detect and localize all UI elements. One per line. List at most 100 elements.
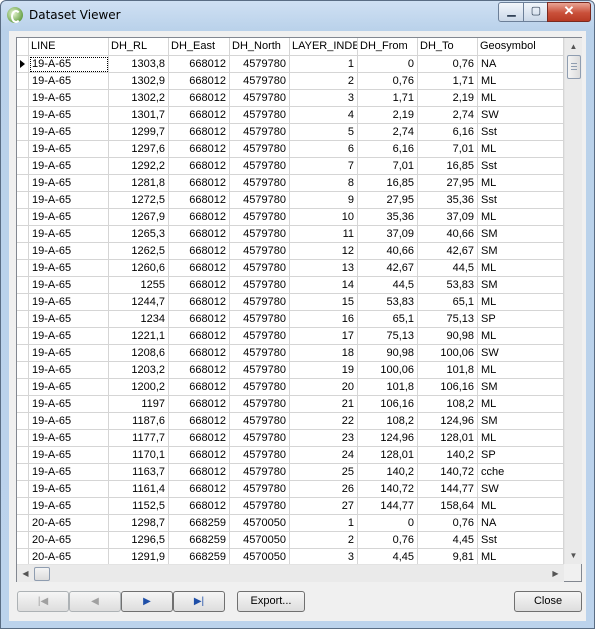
table-cell[interactable]: SP: [478, 311, 564, 328]
table-row[interactable]: 20-A-65 1296,5 668259 4570050 2 0,76 4,45 Sst: [17, 532, 564, 549]
table-cell[interactable]: 4579780: [230, 226, 290, 243]
table-cell[interactable]: 668012: [169, 192, 230, 209]
table-cell[interactable]: ML: [478, 498, 564, 515]
table-cell[interactable]: 1,71: [418, 73, 478, 90]
table-cell[interactable]: 4579780: [230, 464, 290, 481]
row-selector[interactable]: [17, 532, 29, 549]
table-cell[interactable]: 101,8: [358, 379, 418, 396]
row-selector[interactable]: [17, 464, 29, 481]
table-cell[interactable]: 668012: [169, 56, 230, 73]
table-cell[interactable]: 158,64: [418, 498, 478, 515]
table-cell[interactable]: 17: [290, 328, 358, 345]
table-cell[interactable]: 19-A-65: [29, 464, 109, 481]
table-cell[interactable]: 106,16: [418, 379, 478, 396]
table-cell[interactable]: 65,1: [358, 311, 418, 328]
table-cell[interactable]: 19-A-65: [29, 73, 109, 90]
row-selector[interactable]: [17, 277, 29, 294]
column-header-geosymbol[interactable]: Geosymbol: [478, 38, 564, 55]
table-cell[interactable]: 668259: [169, 515, 230, 532]
table-row[interactable]: 19-A-65 1234 668012 4579780 16 65,1 75,13 SP: [17, 311, 564, 328]
column-header-layer-index[interactable]: LAYER_INDEX: [290, 38, 358, 55]
table-cell[interactable]: 19-A-65: [29, 413, 109, 430]
table-cell[interactable]: 1292,2: [109, 158, 169, 175]
row-selector[interactable]: [17, 124, 29, 141]
row-selector[interactable]: [17, 328, 29, 345]
table-cell[interactable]: ML: [478, 90, 564, 107]
table-row[interactable]: 19-A-65 1302,9 668012 4579780 2 0,76 1,71 ML: [17, 73, 564, 90]
table-cell[interactable]: 1291,9: [109, 549, 169, 564]
table-cell[interactable]: 19-A-65: [29, 90, 109, 107]
table-cell[interactable]: 1234: [109, 311, 169, 328]
table-cell[interactable]: 27,95: [358, 192, 418, 209]
table-cell[interactable]: 19-A-65: [29, 107, 109, 124]
row-selector[interactable]: [17, 498, 29, 515]
table-cell[interactable]: 0,76: [418, 56, 478, 73]
table-cell[interactable]: 1203,2: [109, 362, 169, 379]
column-header-dh-north[interactable]: DH_North: [230, 38, 290, 55]
table-row[interactable]: 19-A-65 1265,3 668012 4579780 11 37,09 40,66 SM: [17, 226, 564, 243]
table-cell[interactable]: 19-A-65: [29, 294, 109, 311]
row-selector[interactable]: [17, 396, 29, 413]
table-cell[interactable]: 3: [290, 90, 358, 107]
table-cell[interactable]: 4579780: [230, 141, 290, 158]
table-cell[interactable]: 0,76: [358, 73, 418, 90]
row-selector[interactable]: [17, 107, 29, 124]
table-cell[interactable]: 1301,7: [109, 107, 169, 124]
table-cell[interactable]: 668012: [169, 464, 230, 481]
table-cell[interactable]: 1255: [109, 277, 169, 294]
table-cell[interactable]: NA: [478, 515, 564, 532]
table-cell[interactable]: 10: [290, 209, 358, 226]
table-row[interactable]: 19-A-65 1163,7 668012 4579780 25 140,2 140,72 c…: [17, 464, 564, 481]
scroll-right-icon[interactable]: ▶: [547, 565, 564, 582]
table-cell[interactable]: 27: [290, 498, 358, 515]
table-cell[interactable]: 4579780: [230, 90, 290, 107]
table-cell[interactable]: 19-A-65: [29, 175, 109, 192]
table-cell[interactable]: 8: [290, 175, 358, 192]
table-cell[interactable]: 37,09: [358, 226, 418, 243]
table-cell[interactable]: 4579780: [230, 158, 290, 175]
table-cell[interactable]: 40,66: [418, 226, 478, 243]
row-selector[interactable]: [17, 158, 29, 175]
row-selector[interactable]: [17, 73, 29, 90]
table-cell[interactable]: 668012: [169, 498, 230, 515]
table-cell[interactable]: 1303,8: [109, 56, 169, 73]
table-cell[interactable]: 1302,2: [109, 90, 169, 107]
table-cell[interactable]: ML: [478, 175, 564, 192]
table-cell[interactable]: 7,01: [418, 141, 478, 158]
table-cell[interactable]: ML: [478, 260, 564, 277]
table-cell[interactable]: 668012: [169, 379, 230, 396]
table-cell[interactable]: 19-A-65: [29, 447, 109, 464]
table-cell[interactable]: 35,36: [418, 192, 478, 209]
table-cell[interactable]: 108,2: [358, 413, 418, 430]
table-cell[interactable]: 1200,2: [109, 379, 169, 396]
table-cell[interactable]: 1208,6: [109, 345, 169, 362]
table-cell[interactable]: 1297,6: [109, 141, 169, 158]
vertical-scrollbar[interactable]: ▲ ▼: [564, 38, 582, 564]
last-record-button[interactable]: ▶|: [173, 591, 225, 612]
table-cell[interactable]: 0,76: [358, 532, 418, 549]
table-cell[interactable]: 4579780: [230, 430, 290, 447]
table-cell[interactable]: 19-A-65: [29, 226, 109, 243]
table-cell[interactable]: SP: [478, 447, 564, 464]
table-cell[interactable]: 1265,3: [109, 226, 169, 243]
table-cell[interactable]: 6,16: [358, 141, 418, 158]
table-cell[interactable]: 6: [290, 141, 358, 158]
row-selector[interactable]: [17, 243, 29, 260]
table-cell[interactable]: 20-A-65: [29, 532, 109, 549]
table-cell[interactable]: 19-A-65: [29, 498, 109, 515]
row-selector[interactable]: [17, 481, 29, 498]
table-row[interactable]: 20-A-65 1291,9 668259 4570050 3 4,45 9,81 ML: [17, 549, 564, 564]
table-cell[interactable]: 1296,5: [109, 532, 169, 549]
window-close-button[interactable]: ✕: [547, 2, 591, 22]
table-cell[interactable]: 668012: [169, 73, 230, 90]
row-selector[interactable]: [17, 209, 29, 226]
table-cell[interactable]: 19-A-65: [29, 481, 109, 498]
table-cell[interactable]: 0,76: [418, 515, 478, 532]
table-cell[interactable]: 668012: [169, 396, 230, 413]
row-selector[interactable]: [17, 192, 29, 209]
table-cell[interactable]: 4579780: [230, 294, 290, 311]
table-cell[interactable]: ML: [478, 141, 564, 158]
table-cell[interactable]: 4579780: [230, 56, 290, 73]
horizontal-scrollbar[interactable]: ◀ ▶: [17, 564, 564, 582]
scroll-up-icon[interactable]: ▲: [565, 38, 582, 55]
